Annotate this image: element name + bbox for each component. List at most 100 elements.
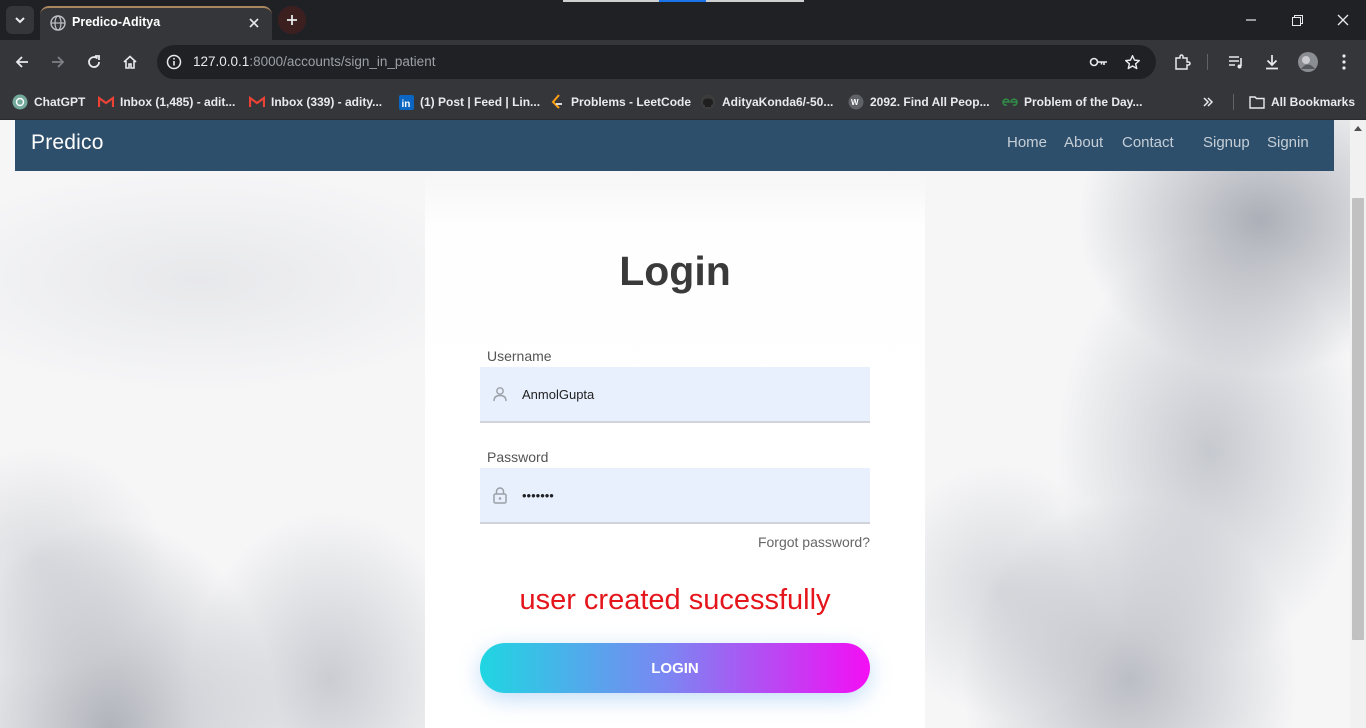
lock-icon [491,486,509,504]
all-bookmarks-button[interactable]: All Bookmarks [1249,92,1355,112]
scroll-thumb[interactable] [1352,198,1364,640]
reload-icon [88,55,100,68]
password-key-button[interactable] [1089,52,1109,72]
bookmark-star-button[interactable] [1122,52,1142,72]
site-brand-link[interactable]: Predico [31,131,104,155]
bookmark-label: Problems - LeetCode [571,95,692,109]
media-controls-button[interactable] [1222,48,1250,76]
password-field[interactable] [480,468,870,524]
bookmark-chatgpt[interactable]: ChatGPT [12,92,85,112]
bookmark-label: AdityaKonda6/-50... [722,95,834,109]
tab-title: Predico-Aditya [72,15,161,29]
puzzle-icon [1175,54,1191,70]
bookmark-leetcode[interactable]: Problems - LeetCode [549,92,691,112]
close-window-button[interactable] [1320,0,1366,40]
extensions-button[interactable] [1168,48,1196,76]
bookmarks-divider [1233,94,1234,110]
address-bar[interactable]: 127.0.0.1:8000/accounts/sign_in_patient [157,45,1156,79]
chatgpt-icon [12,94,28,110]
page-scrollbar[interactable] [1350,120,1366,728]
download-icon [1266,55,1278,70]
tab-close-button[interactable] [244,13,264,33]
gmail-icon [249,94,265,110]
home-button[interactable] [116,48,144,76]
browser-tab-active[interactable]: Predico-Aditya [40,6,272,40]
bookmark-label: Inbox (1,485) - adit... [120,95,236,109]
leetcode-icon [549,94,565,110]
nav-about-link[interactable]: About [1064,134,1103,151]
bookmarks-overflow-button[interactable] [1200,92,1216,112]
username-input[interactable] [522,367,862,421]
gfg-icon [1002,94,1018,110]
login-card: Login Username Password Forgot password?… [425,171,925,728]
bookmark-label: ChatGPT [34,95,86,109]
bookmark-github[interactable]: AdityaKonda6/-50... [700,92,833,112]
site-icon: W [848,94,864,110]
tab-search-button[interactable] [6,6,34,34]
user-icon [491,385,509,403]
url-text[interactable]: 127.0.0.1:8000/accounts/sign_in_patient [193,54,435,69]
back-button[interactable] [8,48,36,76]
bookmarks-bar: ChatGPT Inbox (1,485) - adit... Inbox (3… [0,84,1366,120]
forgot-password-link[interactable]: Forgot password? [758,534,870,550]
reload-button[interactable] [80,48,108,76]
bookmark-gmail-1[interactable]: Inbox (1,485) - adit... [98,92,235,112]
bookmark-label: 2092. Find All Peop... [870,95,990,109]
tab-indicator [563,0,659,2]
browser-menu-button[interactable] [1330,48,1358,76]
playlist-icon [1229,56,1242,69]
downloads-button[interactable] [1258,48,1286,76]
svg-text:W: W [851,98,859,107]
bookmark-gfg[interactable]: Problem of the Day... [1002,92,1142,112]
chevron-double-right-icon [1200,94,1216,110]
svg-text:in: in [401,99,410,110]
linkedin-icon: in [398,94,414,110]
new-tab-button[interactable] [278,6,306,34]
forward-button[interactable] [44,48,72,76]
bookmark-site[interactable]: W 2092. Find All Peop... [848,92,990,112]
arrow-left-icon [15,56,28,68]
bookmark-linkedin[interactable]: in (1) Post | Feed | Lin... [398,92,540,112]
bookmark-label: Problem of the Day... [1024,95,1143,109]
username-field[interactable] [480,367,870,423]
tab-strip: Predico-Aditya [0,0,1366,40]
globe-icon [50,15,66,31]
tab-indicator [659,0,706,2]
all-bookmarks-label: All Bookmarks [1271,95,1356,109]
bookmark-label: Inbox (339) - adity... [271,95,383,109]
profile-avatar-button[interactable] [1294,48,1322,76]
password-input[interactable] [522,468,862,522]
more-vertical-icon [1342,54,1346,70]
nav-home-link[interactable]: Home [1007,134,1047,151]
gmail-icon [98,94,114,110]
nav-contact-link[interactable]: Contact [1122,134,1174,151]
toolbar-divider [1207,54,1208,70]
nav-signup-link[interactable]: Signup [1203,134,1250,151]
arrow-right-icon [52,56,65,68]
avatar-icon [1298,52,1318,72]
home-icon [123,55,137,69]
scroll-up-button[interactable] [1350,120,1366,137]
plus-icon [287,15,297,25]
bookmark-gmail-2[interactable]: Inbox (339) - adity... [249,92,382,112]
restore-button[interactable] [1274,0,1320,40]
folder-icon [1249,94,1265,110]
bookmark-label: (1) Post | Feed | Lin... [420,95,541,109]
password-label: Password [487,449,549,465]
status-message: user created sucessfully [519,584,831,616]
tab-indicator [706,0,804,2]
close-icon [249,18,259,28]
minimize-button[interactable] [1228,0,1274,40]
restore-icon [1291,14,1303,26]
login-heading: Login [619,248,731,294]
site-navbar: Predico Home About Contact Signup Signin [15,120,1334,171]
minimize-icon [1246,19,1256,21]
close-icon [1337,14,1349,26]
page-viewport: Predico Home About Contact Signup Signin… [0,120,1350,728]
chevron-down-icon [15,17,25,24]
site-info-icon[interactable] [165,53,183,71]
nav-signin-link[interactable]: Signin [1267,134,1309,151]
github-icon [700,94,716,110]
caret-up-icon [1354,126,1362,131]
login-button[interactable]: LOGIN [480,643,870,693]
